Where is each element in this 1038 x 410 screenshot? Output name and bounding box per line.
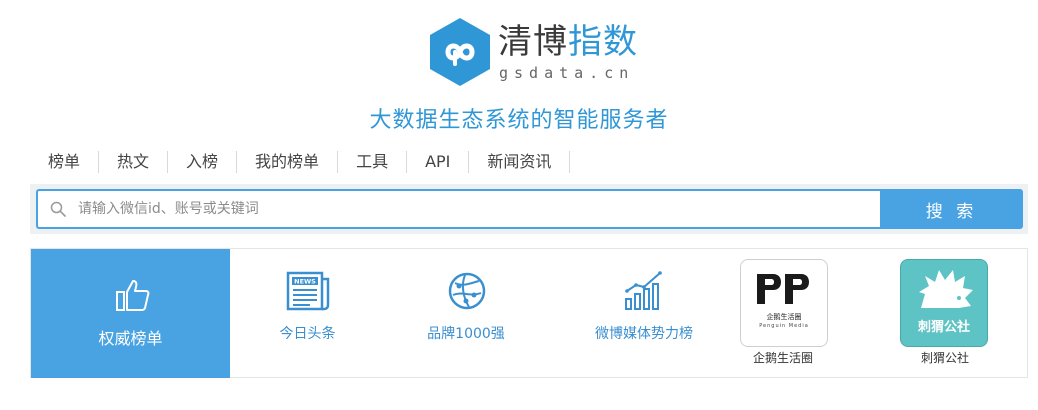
category-brand-1000[interactable]: 品牌1000强	[391, 249, 541, 377]
hedgehog-glyph-icon	[919, 270, 973, 308]
main-nav: 榜单 热文 入榜 我的榜单 工具 API 新闻资讯	[30, 150, 571, 174]
category-authoritative-rankings[interactable]: 权威榜单	[31, 249, 230, 378]
nav-item-join-ranking[interactable]: 入榜	[168, 151, 238, 173]
category-hedgehog-commune[interactable]: 刺猬公社 刺猬公社	[897, 249, 993, 377]
hedgehog-logo: 刺猬公社	[900, 259, 988, 347]
globe-network-icon	[448, 272, 486, 310]
category-today-headlines[interactable]: NEWS 今日头条	[230, 249, 385, 377]
nav-item-rankings[interactable]: 榜单	[30, 151, 100, 173]
category-label: 企鹅生活圈	[752, 351, 813, 365]
search-input[interactable]	[78, 192, 880, 226]
nav-item-hot-articles[interactable]: 热文	[99, 151, 169, 173]
site-logo[interactable]: 清博指数 gsdata.cn	[426, 16, 646, 88]
penguin-media-logo: 企鹅生活圈 Penguin Media	[740, 259, 828, 347]
category-penguin-life-circle[interactable]: 企鹅生活圈 Penguin Media 企鹅生活圈	[735, 249, 831, 377]
news-icon: NEWS	[286, 271, 330, 311]
search-bar: 搜 索	[30, 184, 1028, 234]
slogan: 大数据生态系统的智能服务者	[369, 108, 669, 133]
category-weibo-media-power[interactable]: 微博媒体势力榜	[569, 249, 719, 377]
nav-item-tools[interactable]: 工具	[338, 151, 408, 173]
bar-chart-trend-icon	[625, 271, 662, 310]
logo-wordmark: 清博指数	[498, 22, 638, 62]
nav-item-api[interactable]: API	[407, 151, 470, 173]
penguin-glyph-icon	[757, 274, 809, 304]
category-label: 权威榜单	[98, 329, 163, 348]
category-label: 品牌1000强	[427, 326, 505, 342]
penguin-tile-sub: Penguin Media	[759, 323, 809, 329]
nav-item-my-rankings[interactable]: 我的榜单	[237, 151, 339, 173]
logo-hexagon-icon	[430, 18, 490, 86]
thumbs-up-icon	[116, 280, 150, 311]
hedgehog-tile-caption: 刺猬公社	[917, 320, 970, 335]
search-icon	[50, 201, 66, 217]
category-label: 今日头条	[279, 326, 336, 342]
logo-word-part2: 指数	[568, 22, 638, 62]
logo-word-part1: 清博	[498, 22, 568, 62]
svg-text:NEWS: NEWS	[294, 278, 316, 286]
search-box	[36, 189, 880, 229]
search-button[interactable]: 搜 索	[880, 189, 1023, 229]
category-label: 刺猬公社	[920, 351, 969, 365]
nav-item-news[interactable]: 新闻资讯	[469, 151, 571, 173]
category-label: 微博媒体势力榜	[595, 326, 693, 342]
logo-domain: gsdata.cn	[499, 64, 635, 82]
penguin-tile-caption: 企鹅生活圈	[766, 313, 802, 321]
category-panel: 权威榜单 NEWS 今日头条 品牌1000强 微博媒体势力榜 企鹅生活圈 Pen…	[30, 248, 1028, 378]
